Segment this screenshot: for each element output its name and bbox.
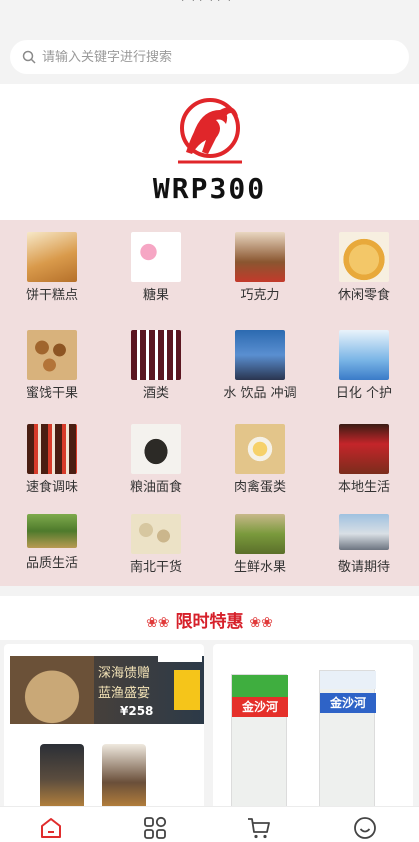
category-item-local-life[interactable]: 本地生活 bbox=[312, 412, 416, 502]
signal-icon bbox=[182, 0, 230, 1]
category-label: 生鲜水果 bbox=[233, 560, 286, 575]
ad-tag bbox=[174, 670, 200, 710]
profile-icon[interactable] bbox=[352, 815, 378, 841]
category-label: 蜜饯干果 bbox=[25, 386, 78, 401]
brand-banner[interactable]: WRP300 bbox=[0, 84, 419, 220]
noodle-package-image: 金沙河 bbox=[319, 670, 376, 810]
category-item-chocolate[interactable]: 巧克力 bbox=[208, 220, 312, 310]
status-bar bbox=[0, 0, 419, 30]
daily-care-thumbnail bbox=[339, 330, 389, 380]
package-brand: 金沙河 bbox=[232, 697, 288, 717]
category-item-wine[interactable]: 酒类 bbox=[104, 318, 208, 408]
category-item-candy[interactable]: 糖果 bbox=[104, 220, 208, 310]
category-label: 品质生活 bbox=[25, 556, 78, 571]
category-item-fresh-fruit[interactable]: 生鲜水果 bbox=[208, 500, 312, 590]
coffee-can-image bbox=[40, 744, 84, 814]
coffee-can-image bbox=[102, 744, 146, 814]
search-input[interactable] bbox=[42, 49, 362, 65]
category-item-drinks[interactable]: 水 饮品 冲调 bbox=[208, 318, 312, 408]
category-label: 南北干货 bbox=[129, 560, 182, 575]
product-list: 深海馈赠 蓝渔盛宴 ¥258 金沙河 金沙河 bbox=[0, 640, 419, 814]
dry-goods-thumbnail bbox=[131, 514, 181, 554]
ad-brand-logo bbox=[158, 648, 202, 662]
category-label: 敬请期待 bbox=[337, 560, 390, 575]
search-icon bbox=[22, 50, 36, 64]
food-image bbox=[10, 656, 94, 724]
product-ad-banner: 深海馈赠 蓝渔盛宴 ¥258 bbox=[10, 648, 204, 724]
coming-soon-thumbnail bbox=[339, 514, 389, 550]
category-label: 粮油面食 bbox=[129, 480, 182, 495]
quality-life-thumbnail bbox=[27, 514, 77, 548]
category-item-daily-care[interactable]: 日化 个护 bbox=[312, 318, 416, 408]
cart-icon[interactable] bbox=[246, 815, 272, 841]
category-label: 本地生活 bbox=[337, 480, 390, 495]
promo-title: ❀❀ 限时特惠 ❀❀ bbox=[0, 607, 419, 632]
category-item-coming-soon[interactable]: 敬请期待 bbox=[312, 500, 416, 590]
package-brand: 金沙河 bbox=[320, 693, 376, 713]
wine-thumbnail bbox=[131, 330, 181, 380]
category-item-dry-goods[interactable]: 南北干货 bbox=[104, 500, 208, 590]
chocolate-thumbnail bbox=[235, 232, 285, 282]
category-label: 水 饮品 冲调 bbox=[223, 386, 297, 401]
bottom-navigation bbox=[0, 806, 419, 842]
flower-icon: ❀❀ bbox=[249, 615, 273, 631]
category-item-snacks[interactable]: 休闲零食 bbox=[312, 220, 416, 310]
category-label: 饼干糕点 bbox=[25, 288, 78, 303]
ad-line-1: 深海馈赠 bbox=[98, 666, 151, 681]
flower-icon: ❀❀ bbox=[146, 615, 170, 631]
biscuits-thumbnail bbox=[27, 232, 77, 282]
home-icon[interactable] bbox=[38, 815, 64, 841]
fresh-fruit-thumbnail bbox=[235, 514, 285, 554]
category-item-seasoning[interactable]: 速食调味 bbox=[0, 412, 104, 502]
category-item-biscuits[interactable]: 饼干糕点 bbox=[0, 220, 104, 310]
promo-header: ❀❀ 限时特惠 ❀❀ bbox=[0, 596, 419, 640]
category-label: 肉禽蛋类 bbox=[233, 480, 286, 495]
category-label: 糖果 bbox=[142, 288, 169, 303]
category-icon[interactable] bbox=[142, 815, 168, 841]
category-label: 酒类 bbox=[142, 386, 169, 401]
local-life-thumbnail bbox=[339, 424, 389, 474]
drinks-thumbnail bbox=[235, 330, 285, 380]
category-item-meat-egg[interactable]: 肉禽蛋类 bbox=[208, 412, 312, 502]
noodle-package-image: 金沙河 bbox=[231, 674, 288, 814]
category-label: 休闲零食 bbox=[337, 288, 390, 303]
grain-oil-thumbnail bbox=[131, 424, 181, 474]
category-grid: 饼干糕点 糖果 巧克力 休闲零食 蜜饯干果 酒类 水 饮品 冲调 日化 个护 速… bbox=[0, 220, 419, 586]
seasoning-thumbnail bbox=[27, 424, 77, 474]
brand-logo-text: WRP300 bbox=[152, 172, 267, 205]
category-label: 日化 个护 bbox=[335, 386, 393, 401]
category-label: 巧克力 bbox=[240, 288, 280, 303]
product-card[interactable]: 深海馈赠 蓝渔盛宴 ¥258 bbox=[4, 644, 204, 814]
category-label: 速食调味 bbox=[25, 480, 78, 495]
snacks-thumbnail bbox=[339, 232, 389, 282]
product-card[interactable]: 金沙河 金沙河 bbox=[213, 644, 413, 814]
category-item-grain-oil[interactable]: 粮油面食 bbox=[104, 412, 208, 502]
search-bar-container bbox=[0, 30, 419, 84]
category-item-quality-life[interactable]: 品质生活 bbox=[0, 500, 104, 590]
ad-price: ¥258 bbox=[120, 704, 154, 718]
ad-line-2: 蓝渔盛宴 bbox=[98, 686, 151, 701]
ram-logo-icon bbox=[178, 98, 242, 164]
dried-fruit-thumbnail bbox=[27, 330, 77, 380]
promo-title-text: 限时特惠 bbox=[175, 612, 244, 632]
meat-egg-thumbnail bbox=[235, 424, 285, 474]
candy-thumbnail bbox=[131, 232, 181, 282]
category-item-dried-fruit[interactable]: 蜜饯干果 bbox=[0, 318, 104, 408]
search-box[interactable] bbox=[10, 40, 409, 74]
